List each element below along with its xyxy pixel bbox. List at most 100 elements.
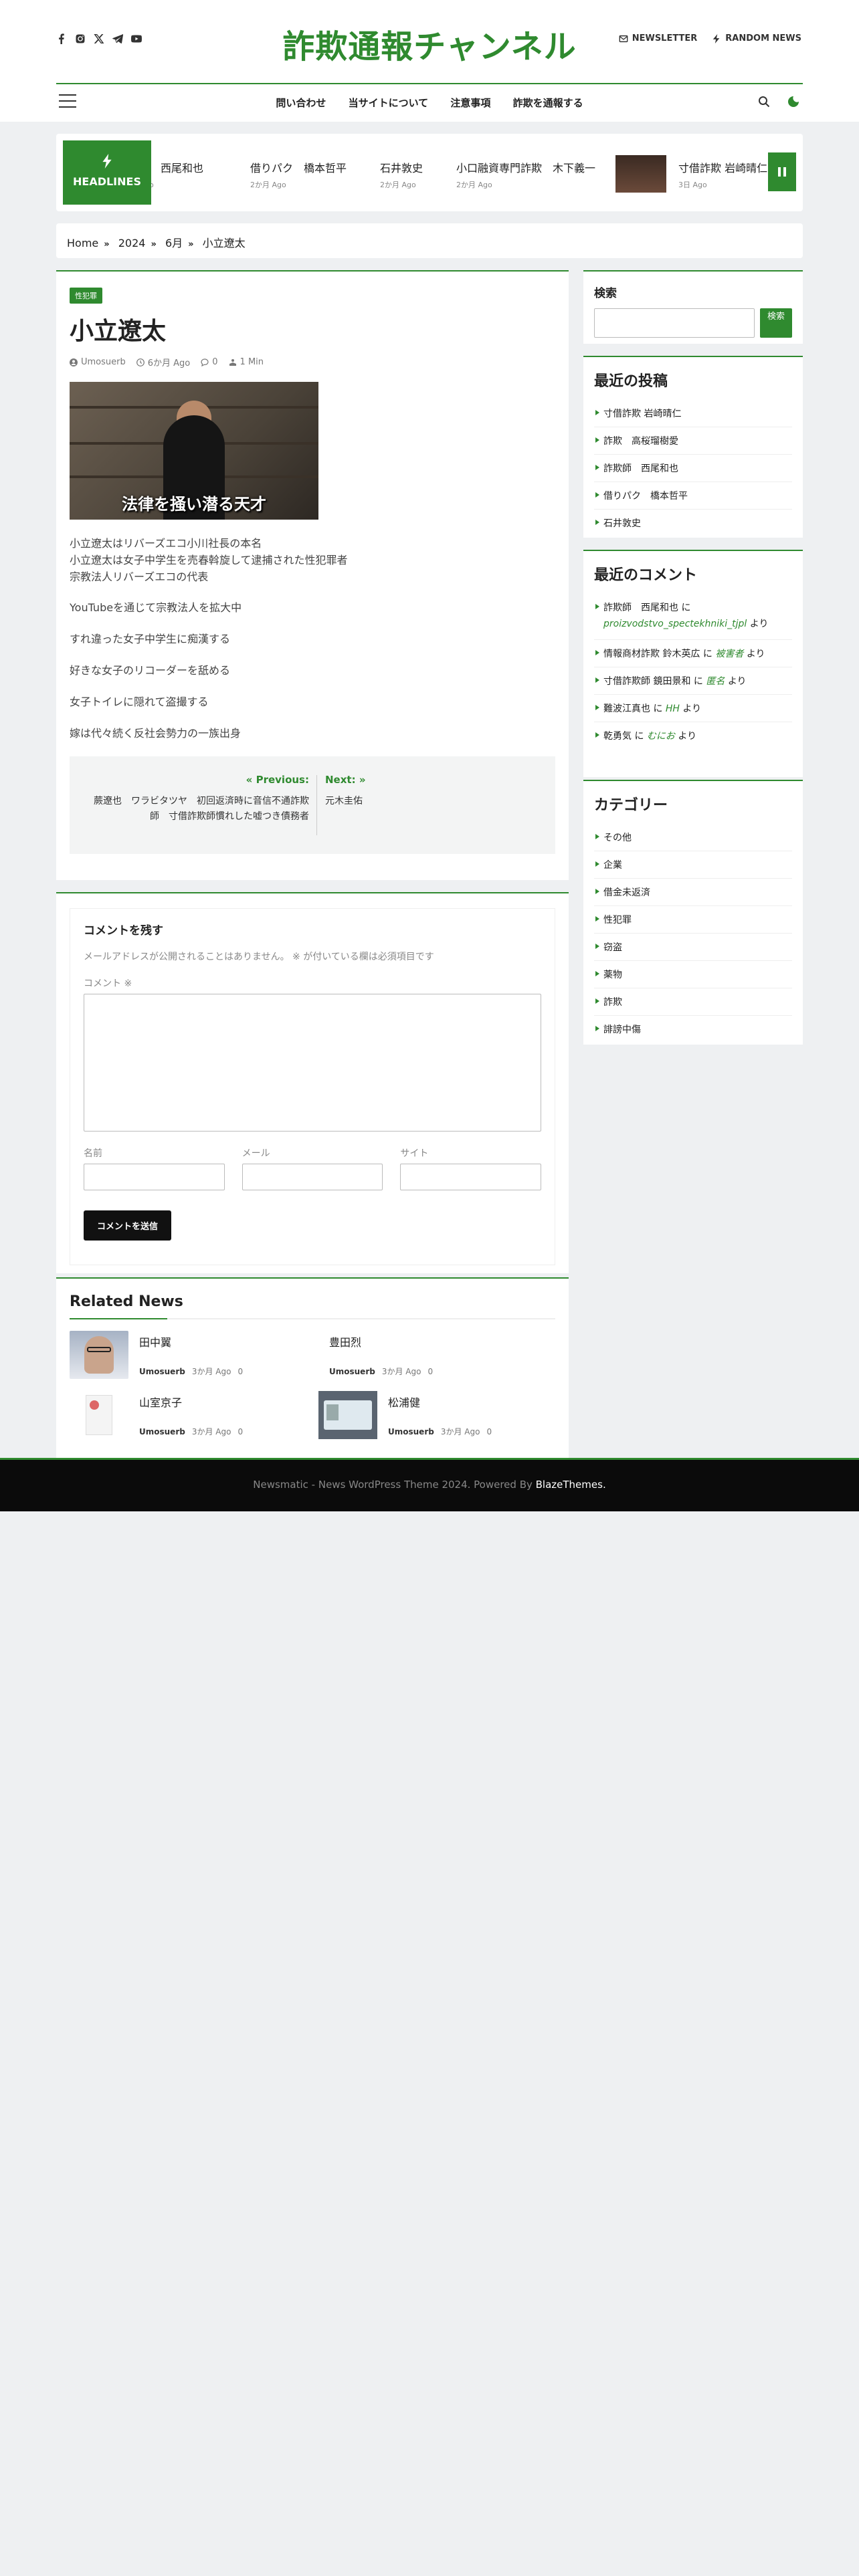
recent-comments-widget: 最近のコメント 詐欺師 西尾和也 に proizvodstvo_spectekhn… [583, 550, 803, 777]
footer-text: Newsmatic - News WordPress Theme 2024. P… [253, 1479, 536, 1491]
breadcrumb-home[interactable]: Home [67, 237, 98, 249]
related-comments[interactable]: 0 [237, 1367, 243, 1376]
related-author[interactable]: Umosuerb [139, 1367, 185, 1376]
related-date: 3か月 Ago [381, 1367, 421, 1376]
related-comments[interactable]: 0 [237, 1427, 243, 1436]
recent-comment: 難波江真也 に HH より [594, 695, 792, 722]
submit-comment-button[interactable]: コメントを送信 [84, 1210, 172, 1241]
nav-item-about[interactable]: 当サイトについて [349, 97, 429, 109]
paragraph: 嫁は代々続く反社会勢力の一族出身 [70, 726, 242, 740]
related-item[interactable]: 豊田烈 Umosuerb 3か月 Ago 0 [329, 1331, 557, 1379]
recent-post-link[interactable]: 詐欺 高桜瑠樹愛 [594, 427, 792, 455]
nav-item-notes[interactable]: 注意事項 [450, 97, 490, 109]
search-widget: 検索 検索 [583, 270, 803, 344]
comment-count[interactable]: 0 [201, 357, 218, 367]
related-item[interactable]: 山室京子 Umosuerb 3か月 Ago 0 [70, 1391, 297, 1439]
related-comments[interactable]: 0 [427, 1367, 433, 1376]
recent-comments-title: 最近のコメント [594, 567, 698, 584]
comment-form-title: コメントを残す [84, 924, 163, 938]
email-field[interactable] [242, 1164, 383, 1190]
recent-post-link[interactable]: 詐欺師 西尾和也 [594, 455, 792, 482]
footer-link[interactable]: BlazeThemes. [536, 1479, 606, 1491]
category-link[interactable]: 誹謗中傷 [594, 1016, 792, 1043]
recent-post-link[interactable]: 寸借詐欺 岩崎晴仁 [594, 400, 792, 427]
breadcrumb: Home » 2024 » 6月 » 小立遼太 [56, 223, 803, 258]
chevron-right-icon: » [188, 239, 194, 249]
related-title[interactable]: 豊田烈 [329, 1333, 433, 1350]
related-author[interactable]: Umosuerb [329, 1367, 375, 1376]
recent-comment: 乾勇気 に むにお より [594, 722, 792, 749]
name-field[interactable] [84, 1164, 225, 1190]
headline-thumbnail[interactable] [615, 155, 666, 193]
nav-item-contact[interactable]: 問い合わせ [276, 97, 326, 109]
related-author[interactable]: Umosuerb [139, 1427, 185, 1436]
website-field[interactable] [400, 1164, 542, 1190]
headline-item[interactable]: 寸借詐欺 岩崎晴仁 3日 Ago [678, 152, 767, 193]
headline-item[interactable]: 詐欺師 西尾和也 2か月 Ago [151, 152, 203, 193]
category-link[interactable]: 企業 [594, 851, 792, 879]
search-icon[interactable] [757, 95, 771, 108]
category-link[interactable]: その他 [594, 824, 792, 851]
pause-button[interactable] [768, 152, 796, 191]
author[interactable]: Umosuerb [70, 357, 126, 367]
paragraph: 好きな女子のリコーダーを舐める [70, 663, 231, 677]
name-label: 名前 [84, 1148, 102, 1159]
comment-textarea[interactable] [84, 994, 541, 1132]
related-title[interactable]: 松浦健 [388, 1394, 492, 1410]
category-link[interactable]: 詐欺 [594, 988, 792, 1016]
paragraph: YouTubeを通じて宗教法人を拡大中 [70, 601, 242, 615]
paragraph: 女子トイレに隠れて盗撮する [70, 695, 209, 708]
paragraph: 小立遼太はリバーズエコ小川社長の本名 小立遼太は女子中学生を売春斡旋して逮捕され… [70, 537, 348, 583]
related-item[interactable]: 松浦健 Umosuerb 3か月 Ago 0 [318, 1391, 546, 1439]
nav-menu: 問い合わせ 当サイトについて 注意事項 詐欺を通報する [56, 96, 803, 110]
nav-icons [757, 95, 800, 108]
recent-posts-widget: 最近の投稿 寸借詐欺 岩崎晴仁 詐欺 高桜瑠樹愛 詐欺師 西尾和也 借りパク 橋… [583, 356, 803, 538]
headline-item[interactable]: 小口融資専門詐欺 木下義一 2か月 Ago [456, 152, 595, 193]
newsletter-link[interactable]: NEWSLETTER [619, 33, 697, 43]
article-body: 小立遼太はリバーズエコ小川社長の本名 小立遼太は女子中学生を売春斡旋して逮捕され… [70, 536, 555, 742]
related-item[interactable]: 田中翼 Umosuerb 3か月 Ago 0 [70, 1331, 297, 1379]
related-date: 3か月 Ago [191, 1367, 231, 1376]
related-title[interactable]: 田中翼 [139, 1333, 243, 1350]
comment-form-note: メールアドレスが公開されることはありません。 ※ が付いている欄は必須項目です [84, 952, 434, 962]
related-title[interactable]: 山室京子 [139, 1394, 243, 1410]
categories-title: カテゴリー [594, 797, 668, 814]
category-link[interactable]: 性犯罪 [594, 906, 792, 934]
category-link[interactable]: 借金未返済 [594, 879, 792, 906]
comment-icon [201, 358, 209, 366]
dark-mode-icon[interactable] [787, 95, 800, 108]
related-news: Related News 田中翼 Umosuerb 3か月 Ago 0 豊田烈 Um… [56, 1277, 569, 1458]
chevron-right-icon: » [104, 239, 110, 249]
article-meta: Umosuerb 6か月 Ago 0 1 Min [70, 356, 555, 368]
search-button[interactable]: 検索 [760, 308, 792, 338]
category-link[interactable]: 薬物 [594, 961, 792, 988]
next-post-link[interactable]: Next: » 元木圭佑 [325, 774, 366, 809]
random-news-link[interactable]: RANDOM NEWS [712, 33, 801, 43]
headline-item[interactable]: 石井敦史 2か月 Ago [380, 152, 423, 193]
related-comments[interactable]: 0 [486, 1427, 492, 1436]
previous-post-link[interactable]: « Previous: 蕨遼也 ワラビタツヤ 初回返済時に音信不通詐欺師 寸借詐… [70, 774, 309, 824]
category-badge[interactable]: 性犯罪 [70, 288, 102, 304]
related-thumbnail[interactable] [70, 1391, 128, 1439]
category-link[interactable]: 窃盗 [594, 934, 792, 961]
recent-post-link[interactable]: 借りパク 橋本哲平 [594, 482, 792, 510]
article: 性犯罪 小立遼太 Umosuerb 6か月 Ago 0 1 Min 法律を掻い潜… [56, 270, 569, 880]
related-thumbnail[interactable] [70, 1331, 128, 1379]
breadcrumb-month[interactable]: 6月 [165, 237, 183, 249]
related-thumbnail[interactable] [318, 1391, 377, 1439]
breadcrumb-year[interactable]: 2024 [118, 237, 146, 249]
search-input[interactable] [594, 308, 755, 338]
recent-comment: 情報商材詐欺 鈴木英広 に 被害者 より [594, 640, 792, 667]
top-header: 詐欺通報チャンネル NEWSLETTER RANDOM NEWS [0, 0, 859, 83]
nav-wrapper: 問い合わせ 当サイトについて 注意事項 詐欺を通報する [0, 83, 859, 122]
related-date: 3か月 Ago [191, 1427, 231, 1436]
site-title[interactable]: 詐欺通報チャンネル [0, 20, 859, 67]
related-author[interactable]: Umosuerb [388, 1427, 434, 1436]
nav-item-report[interactable]: 詐欺を通報する [513, 97, 583, 109]
recent-post-link[interactable]: 石井敦史 [594, 510, 792, 536]
read-time: 1 Min [229, 357, 264, 367]
chevron-right-icon: » [151, 239, 157, 249]
headline-item[interactable]: 借りパク 橋本哲平 2か月 Ago [250, 152, 347, 193]
image-caption: 法律を掻い潜る天才 [122, 494, 266, 514]
clock-icon [136, 358, 145, 366]
